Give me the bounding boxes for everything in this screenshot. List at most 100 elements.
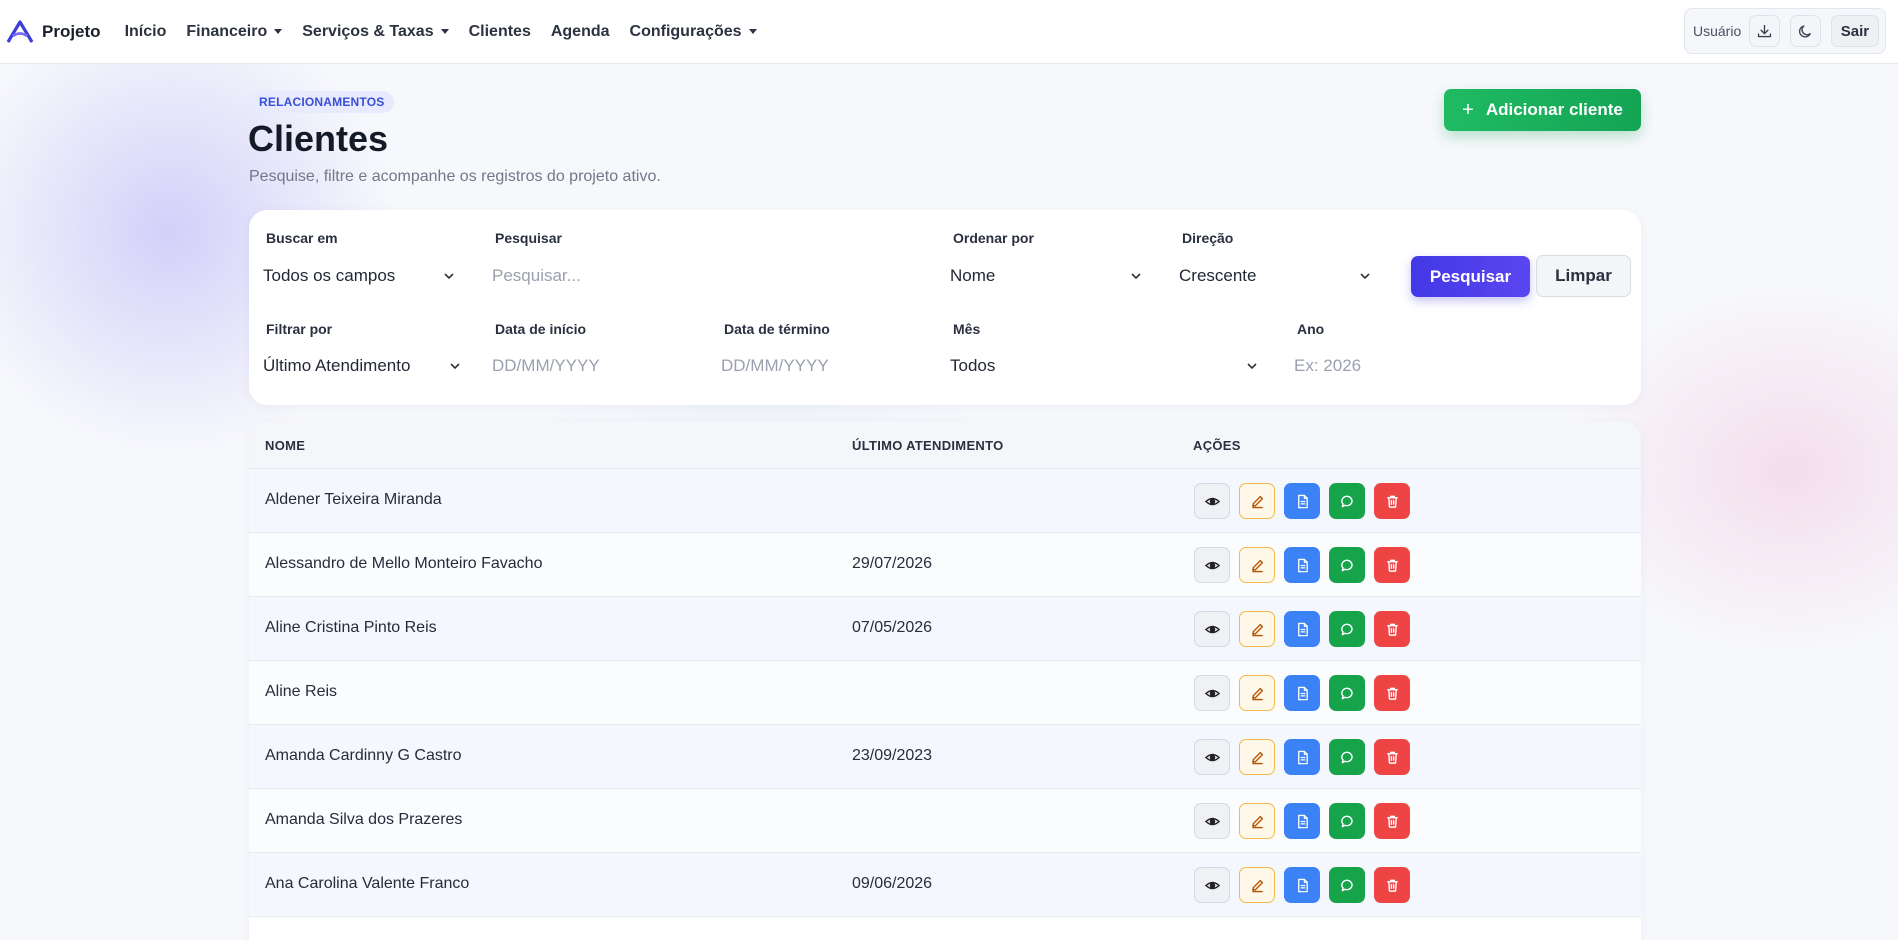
download-button[interactable]: [1749, 15, 1781, 47]
nav-item-clientes[interactable]: Clientes: [469, 23, 531, 41]
eye-icon: [1204, 558, 1220, 573]
table-row[interactable]: Amanda Silva dos Prazeres: [249, 789, 1641, 853]
document-button[interactable]: [1284, 675, 1320, 711]
whatsapp-button[interactable]: [1329, 739, 1365, 775]
edit-button[interactable]: [1239, 867, 1275, 903]
delete-button[interactable]: [1374, 739, 1410, 775]
view-button[interactable]: [1194, 675, 1230, 711]
table-header: NOME ÚLTIMO ATENDIMENTO AÇÕES: [249, 421, 1641, 469]
client-name: Ana Carolina Valente Franco: [265, 875, 470, 892]
column-header-name[interactable]: NOME: [265, 438, 305, 453]
nav-item-financeiro[interactable]: Financeiro: [186, 22, 283, 41]
table-row[interactable]: Aldener Teixeira Miranda: [249, 469, 1641, 533]
last-visit-date: 09/06/2026: [852, 875, 933, 892]
caret-down-icon: [274, 29, 283, 34]
edit-button[interactable]: [1239, 739, 1275, 775]
document-button[interactable]: [1284, 547, 1320, 583]
search-button[interactable]: Pesquisar: [1411, 256, 1530, 297]
month-select[interactable]: Todos: [936, 348, 1263, 384]
last-visit-date: 07/05/2026: [852, 619, 933, 636]
delete-button[interactable]: [1374, 867, 1410, 903]
delete-button[interactable]: [1374, 547, 1410, 583]
nav-item-inicio[interactable]: Início: [125, 23, 167, 41]
chat-icon: [1340, 622, 1355, 637]
client-name: Amanda Silva dos Prazeres: [265, 811, 463, 828]
whatsapp-button[interactable]: [1329, 867, 1365, 903]
table-row[interactable]: Ana Carolina Valente Franco 09/06/2026: [249, 853, 1641, 917]
page-subtitle: Pesquise, filtre e acompanhe os registro…: [249, 168, 661, 185]
delete-button[interactable]: [1374, 803, 1410, 839]
edit-button[interactable]: [1239, 611, 1275, 647]
end-date-input[interactable]: DD/MM/YYYY: [707, 348, 918, 384]
main-nav: Início Financeiro Serviços & Taxas Clien…: [125, 23, 777, 41]
whatsapp-button[interactable]: [1329, 803, 1365, 839]
clients-table: NOME ÚLTIMO ATENDIMENTO AÇÕES Aldener Te…: [249, 421, 1641, 940]
document-button[interactable]: [1284, 803, 1320, 839]
document-button[interactable]: [1284, 611, 1320, 647]
end-date-label: Data de término: [724, 321, 830, 337]
brand[interactable]: Projeto: [6, 19, 101, 44]
nav-label: Financeiro: [186, 22, 268, 40]
view-button[interactable]: [1194, 547, 1230, 583]
table-row[interactable]: Aline Cristina Pinto Reis 07/05/2026: [249, 597, 1641, 661]
add-client-button[interactable]: + Adicionar cliente: [1444, 89, 1641, 131]
edit-button[interactable]: [1239, 547, 1275, 583]
delete-button[interactable]: [1374, 611, 1410, 647]
document-button[interactable]: [1284, 739, 1320, 775]
clear-button[interactable]: Limpar: [1536, 255, 1631, 297]
last-visit-date: 23/09/2023: [852, 747, 933, 764]
nav-item-configuracoes[interactable]: Configurações: [630, 23, 757, 41]
view-button[interactable]: [1194, 611, 1230, 647]
trash-icon: [1385, 558, 1400, 573]
order-by-select[interactable]: Nome: [936, 258, 1147, 294]
column-header-last-visit[interactable]: ÚLTIMO ATENDIMENTO: [852, 438, 1004, 453]
view-button[interactable]: [1194, 803, 1230, 839]
document-button[interactable]: [1284, 867, 1320, 903]
table-row[interactable]: Amanda Cardinny G Castro 23/09/2023: [249, 725, 1641, 789]
nav-label: Configurações: [629, 22, 742, 40]
table-row[interactable]: Alessandro de Mello Monteiro Favacho 29/0…: [249, 533, 1641, 597]
filter-by-select[interactable]: Último Atendimento: [249, 348, 466, 384]
whatsapp-button[interactable]: [1329, 675, 1365, 711]
nav-label: Clientes: [468, 22, 531, 40]
theme-toggle-button[interactable]: [1790, 15, 1821, 47]
chat-icon: [1340, 814, 1355, 829]
month-label: Mês: [953, 321, 981, 337]
whatsapp-button[interactable]: [1329, 547, 1365, 583]
whatsapp-button[interactable]: [1329, 611, 1365, 647]
user-label: Usuário: [1693, 23, 1742, 39]
start-date-label: Data de início: [495, 321, 587, 337]
view-button[interactable]: [1194, 739, 1230, 775]
search-input[interactable]: Pesquisar...: [478, 258, 918, 294]
view-button[interactable]: [1194, 867, 1230, 903]
logout-button[interactable]: Sair: [1830, 15, 1879, 47]
start-date-input[interactable]: DD/MM/YYYY: [478, 348, 689, 384]
pencil-icon: [1250, 558, 1265, 573]
pencil-icon: [1250, 622, 1265, 637]
chevron-down-icon: [1360, 273, 1370, 280]
delete-button[interactable]: [1374, 483, 1410, 519]
chat-icon: [1340, 750, 1355, 765]
chevron-down-icon: [450, 363, 460, 370]
search-in-select[interactable]: Todos os campos: [249, 258, 460, 294]
trash-icon: [1385, 494, 1400, 509]
eye-icon: [1204, 622, 1220, 637]
nav-item-servicos-taxas[interactable]: Serviços & Taxas: [302, 23, 449, 41]
eye-icon: [1204, 686, 1220, 701]
client-name: Amanda Cardinny G Castro: [265, 747, 462, 764]
whatsapp-button[interactable]: [1329, 483, 1365, 519]
direction-select[interactable]: Crescente: [1165, 258, 1376, 294]
edit-button[interactable]: [1239, 803, 1275, 839]
chat-icon: [1340, 558, 1355, 573]
table-row[interactable]: Aline Reis: [249, 661, 1641, 725]
edit-button[interactable]: [1239, 675, 1275, 711]
view-button[interactable]: [1194, 483, 1230, 519]
document-button[interactable]: [1284, 483, 1320, 519]
delete-button[interactable]: [1374, 675, 1410, 711]
nav-item-agenda[interactable]: Agenda: [551, 23, 610, 41]
pencil-icon: [1250, 814, 1265, 829]
year-input[interactable]: Ex: 2026: [1280, 348, 1480, 384]
edit-button[interactable]: [1239, 483, 1275, 519]
caret-down-icon: [440, 29, 449, 34]
filter-by-label: Filtrar por: [266, 321, 333, 337]
